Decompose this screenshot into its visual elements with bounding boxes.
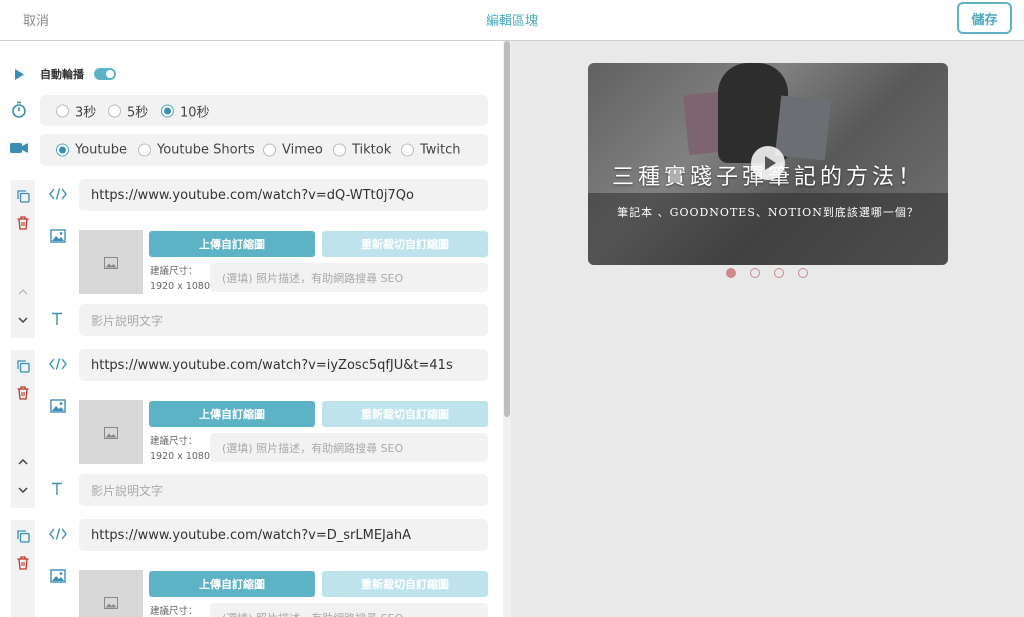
code-icon [48, 526, 68, 542]
thumbnail-placeholder[interactable] [79, 400, 143, 464]
editor-panel: 自動輪播 3秒 5秒 10秒 Youtube Youtube Shorts Vi… [0, 41, 511, 617]
photo-description-input[interactable]: (選填) 照片描述，有助網路搜尋 SEO [210, 263, 488, 292]
platform-option-vimeo[interactable]: Vimeo [263, 143, 323, 158]
thumbnail-placeholder[interactable] [79, 230, 143, 294]
radio-dot [138, 143, 151, 157]
video-url-input[interactable]: https://www.youtube.com/watch?v=dQ-WTt0j… [79, 179, 488, 211]
timer-icon [10, 100, 28, 118]
carousel-indicators [726, 268, 808, 278]
save-button[interactable]: 儲存 [957, 2, 1012, 34]
photo-description-input[interactable]: (選填) 照片描述，有助網路搜尋 SEO [210, 433, 488, 462]
radio-dot [161, 104, 174, 117]
platform-options: Youtube Youtube Shorts Vimeo Tiktok Twit… [40, 134, 488, 166]
upload-thumbnail-button[interactable]: 上傳自訂縮圖 [149, 401, 315, 427]
trash-icon[interactable] [15, 385, 31, 401]
image-placeholder-icon [103, 596, 119, 610]
radio-dot [108, 104, 121, 117]
thumbnail-placeholder[interactable] [79, 570, 143, 617]
interval-options: 3秒 5秒 10秒 [40, 95, 488, 126]
video-url-input[interactable]: https://www.youtube.com/watch?v=iyZosc5q… [79, 349, 488, 381]
image-icon [49, 568, 67, 584]
code-icon [48, 186, 68, 202]
platform-option-twitch[interactable]: Twitch [401, 143, 461, 158]
radio-dot [333, 143, 346, 157]
interval-option-5s[interactable]: 5秒 [108, 101, 148, 120]
carousel-dot[interactable] [798, 268, 808, 278]
text-icon [49, 481, 65, 497]
radio-dot [263, 143, 276, 157]
interval-option-10s[interactable]: 10秒 [161, 101, 210, 120]
image-placeholder-icon [103, 426, 119, 440]
recommended-size-label: 建議尺寸： 1920 x 1080 [150, 436, 211, 462]
preview-subtitle: 筆記本 、GOODNOTES、NOTION到底該選哪一個？ [617, 206, 919, 219]
autoplay-label: 自動輪播 [40, 68, 84, 81]
play-icon [13, 68, 25, 80]
radio-dot [401, 143, 414, 157]
copy-icon[interactable] [15, 358, 31, 374]
text-icon [49, 311, 65, 327]
recrop-thumbnail-button[interactable]: 重新裁切自訂縮圖 [322, 401, 488, 427]
video-caption-input[interactable]: 影片說明文字 [79, 304, 488, 336]
play-button[interactable] [751, 146, 785, 180]
scrollbar-thumb[interactable] [504, 41, 510, 417]
image-icon [49, 228, 67, 244]
recrop-thumbnail-button[interactable]: 重新裁切自訂縮圖 [322, 571, 488, 597]
page-title: 編輯區塊 [485, 14, 538, 29]
editor-scrollbar[interactable] [503, 41, 511, 617]
photo-description-input[interactable]: (選填) 照片描述，有助網路搜尋 SEO [210, 603, 488, 617]
upload-thumbnail-button[interactable]: 上傳自訂縮圖 [149, 231, 315, 257]
copy-icon[interactable] [15, 188, 31, 204]
copy-icon[interactable] [15, 528, 31, 544]
video-preview[interactable]: 三種實踐子彈筆記的方法！ 筆記本 、GOODNOTES、NOTION到底該選哪一… [588, 63, 948, 265]
video-camera-icon [9, 141, 29, 155]
upload-thumbnail-button[interactable]: 上傳自訂縮圖 [149, 571, 315, 597]
trash-icon[interactable] [15, 555, 31, 571]
carousel-dot[interactable] [774, 268, 784, 278]
trash-icon[interactable] [15, 215, 31, 231]
recommended-size-label: 建議尺寸： [150, 606, 198, 617]
platform-option-tiktok[interactable]: Tiktok [333, 143, 391, 158]
radio-dot [56, 104, 69, 117]
chevron-down-icon[interactable] [15, 314, 31, 326]
video-caption-input[interactable]: 影片說明文字 [79, 474, 488, 506]
recrop-thumbnail-button[interactable]: 重新裁切自訂縮圖 [322, 231, 488, 257]
carousel-dot[interactable] [750, 268, 760, 278]
carousel-dot[interactable] [726, 268, 736, 278]
code-icon [48, 356, 68, 372]
image-placeholder-icon [103, 256, 119, 270]
recommended-size-label: 建議尺寸： 1920 x 1080 [150, 266, 211, 292]
image-icon [49, 398, 67, 414]
header-bar: 取消 編輯區塊 儲存 [0, 0, 1024, 41]
platform-option-youtube-shorts[interactable]: Youtube Shorts [138, 143, 255, 158]
chevron-up-icon[interactable] [15, 456, 31, 468]
radio-dot [56, 143, 69, 157]
chevron-down-icon[interactable] [15, 484, 31, 496]
chevron-up-icon[interactable] [15, 286, 31, 298]
autoplay-toggle[interactable] [94, 68, 116, 80]
interval-option-3s[interactable]: 3秒 [56, 101, 96, 120]
platform-option-youtube[interactable]: Youtube [56, 143, 127, 158]
video-url-input[interactable]: https://www.youtube.com/watch?v=D_srLMEJ… [79, 519, 488, 551]
